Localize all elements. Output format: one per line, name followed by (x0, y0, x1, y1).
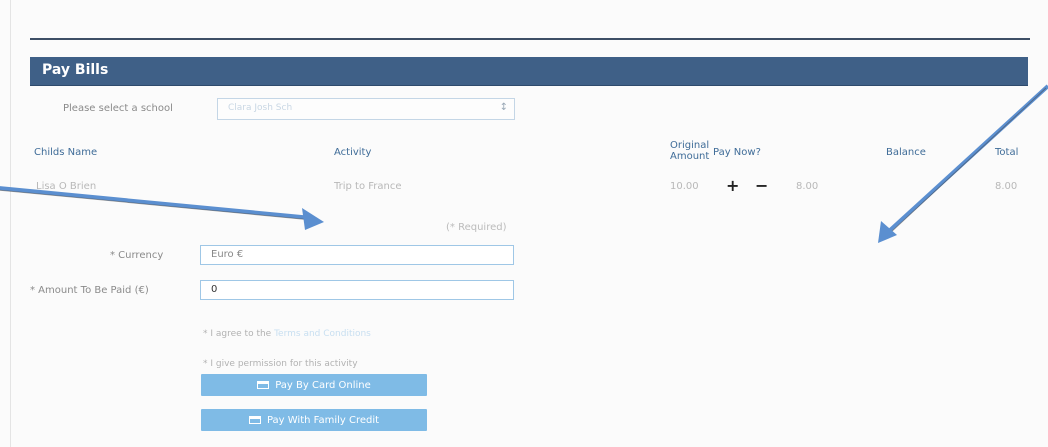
left-arrow-icon (0, 186, 324, 230)
right-arrow-icon (878, 84, 1048, 243)
annotation-arrows (0, 84, 1048, 243)
